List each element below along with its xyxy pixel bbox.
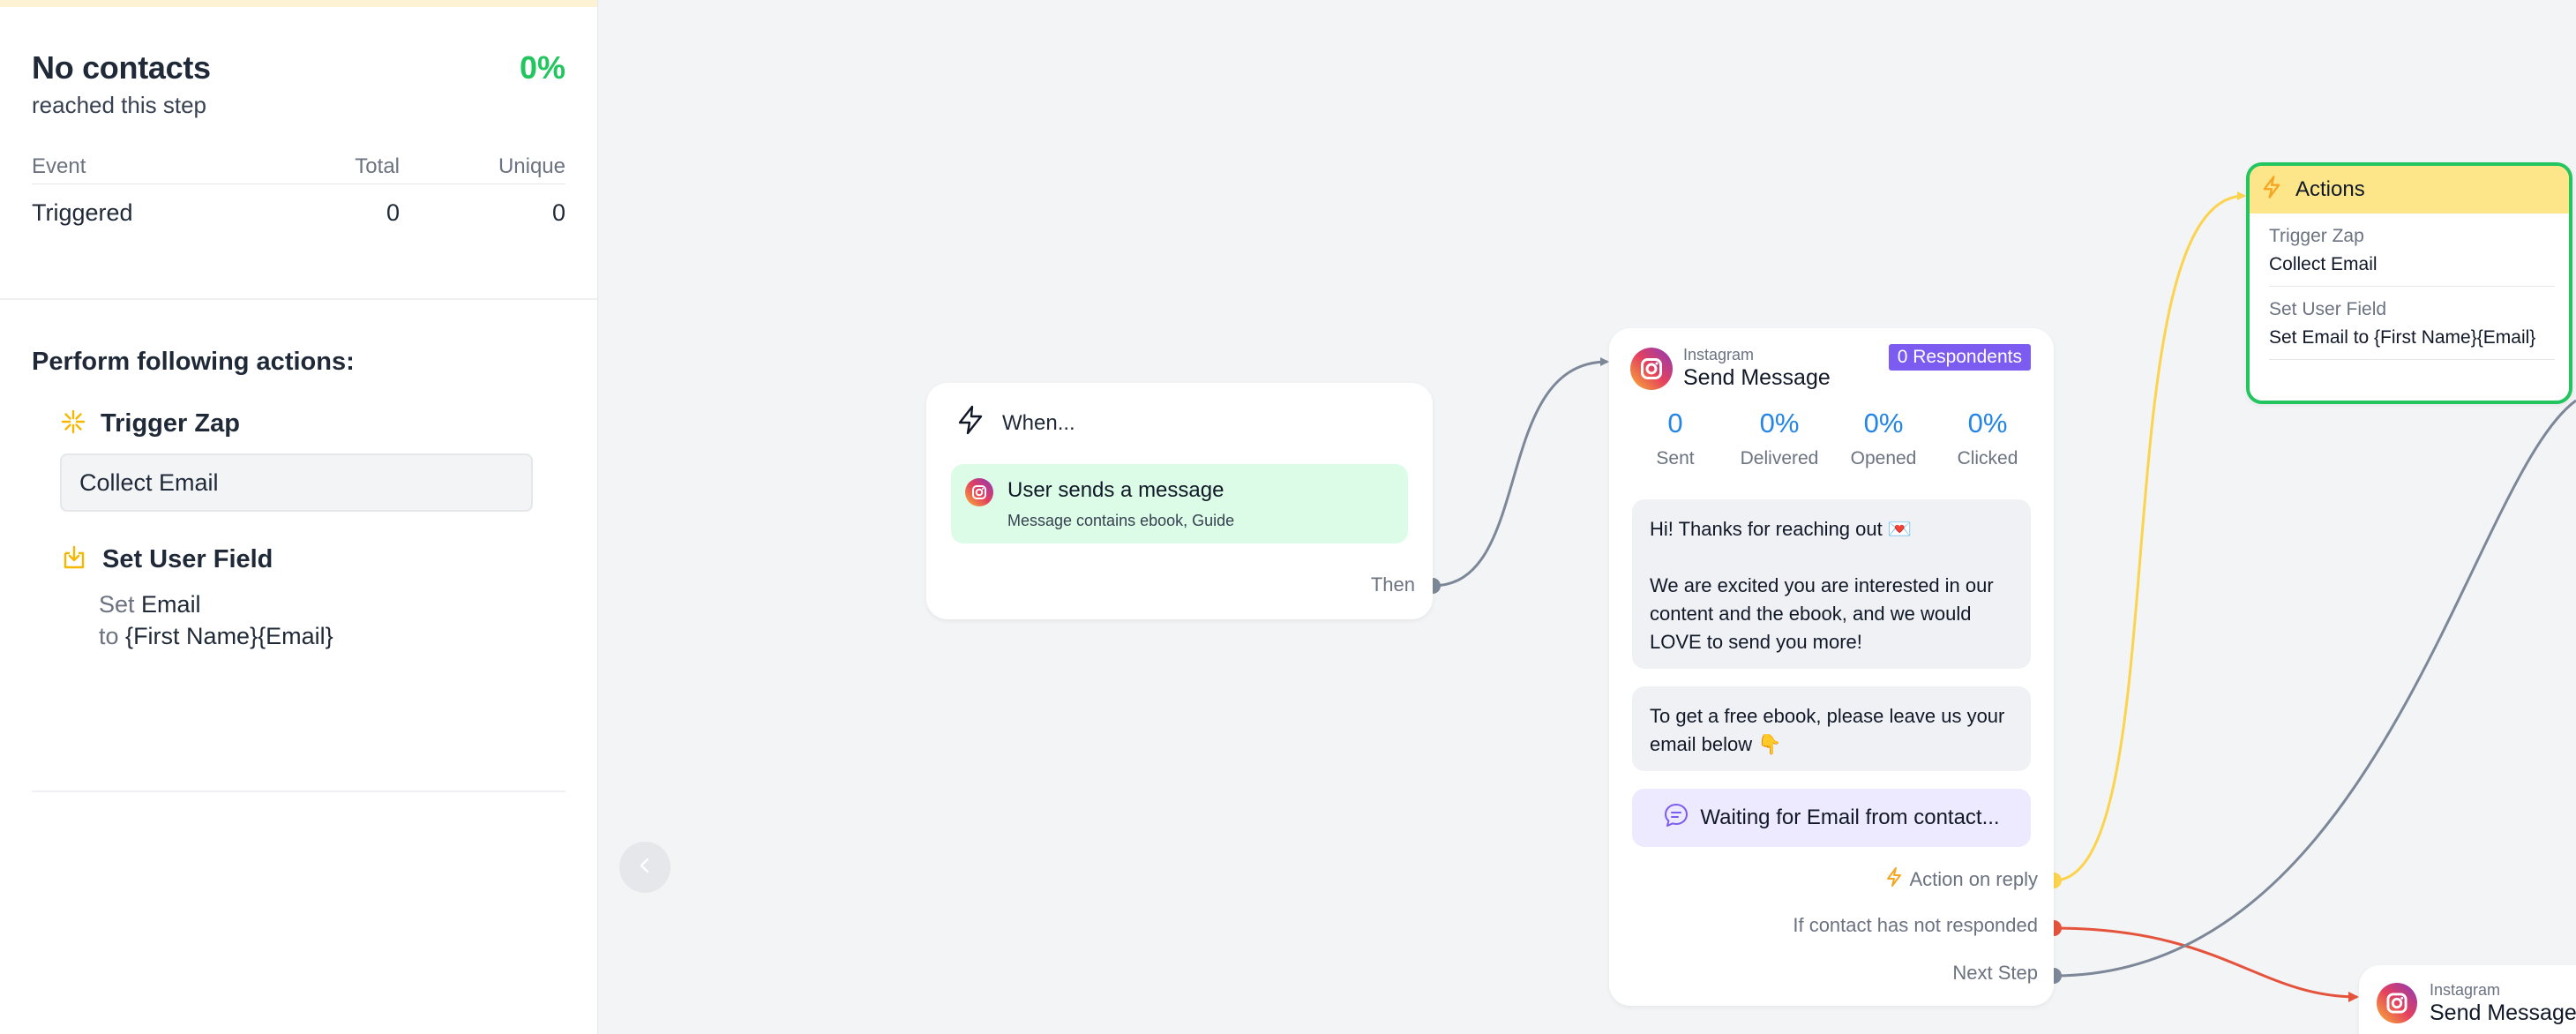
trigger-node[interactable]: When... User sends a message Message con… [926, 383, 1433, 619]
action-label: Set User Field [2269, 299, 2387, 319]
lightning-icon [2260, 175, 2283, 206]
chat-bubble-icon [1663, 802, 1689, 835]
instagram-icon [1630, 348, 1673, 394]
download-box-icon [60, 543, 88, 576]
then-label: Then [1370, 573, 1415, 596]
instagram-icon [965, 478, 993, 511]
to-label: to [99, 623, 119, 649]
table-row: Triggered 0 0 [32, 184, 565, 241]
metric-label: Clicked [1957, 448, 2018, 468]
metric-sent: 0 Sent [1623, 408, 1727, 469]
trigger-zap-action: Trigger Zap Collect Email [32, 408, 565, 512]
edge-action-on-reply [2053, 191, 2246, 882]
output-next-step[interactable]: Next Step [1952, 962, 2038, 985]
output-no-response[interactable]: If contact has not responded [1793, 914, 2038, 937]
metric-delivered: 0% Delivered [1727, 408, 1831, 469]
set-user-field-details: Set Email to {First Name}{Email} [60, 588, 565, 652]
message-title: Send Message [1683, 365, 1831, 390]
zap-sparkle-icon [60, 408, 86, 439]
message-title: Send Message [2430, 1000, 2576, 1025]
message-platform: Instagram [1683, 346, 1755, 363]
actions-heading: Perform following actions: [32, 348, 355, 376]
chevron-left-icon [635, 852, 655, 882]
lightning-icon [1884, 866, 1904, 893]
col-unique: Unique [498, 154, 565, 178]
metric-label: Delivered [1740, 448, 1819, 468]
set-label: Set [99, 591, 135, 618]
metric-label: Sent [1656, 448, 1695, 468]
stats-table-header: Event Total Unique [32, 149, 565, 184]
panel-top-accent [0, 0, 597, 7]
output-action-on-reply[interactable]: Action on reply [1884, 866, 2038, 893]
edge-no-response [2053, 926, 2359, 1002]
row-total: 0 [386, 199, 400, 226]
field-name: Email [141, 591, 201, 618]
edge-then [1432, 357, 1609, 588]
col-total: Total [355, 154, 400, 178]
message-bubble[interactable]: To get a free ebook, please leave us you… [1632, 686, 2031, 771]
panel-divider [32, 790, 565, 792]
metric-value: 0 [1667, 408, 1683, 438]
stats-table: Event Total Unique Triggered 0 0 [32, 149, 565, 241]
send-message-node[interactable]: Instagram Send Message 0 Respondents 0 S… [1609, 328, 2054, 1006]
actions-node-header: Actions [2250, 166, 2569, 214]
when-title: When... [1002, 410, 1075, 435]
message-metrics: 0 Sent 0% Delivered 0% Opened 0% Clicked [1623, 408, 2040, 469]
metric-label: Opened [1850, 448, 1917, 468]
metric-value: 0% [1967, 408, 2008, 438]
send-message-node-2[interactable]: Instagram Send Message [2359, 965, 2576, 1034]
stats-title: No contacts [32, 49, 211, 86]
set-user-field-title: Set User Field [102, 545, 273, 573]
row-event: Triggered [32, 199, 133, 226]
list-item[interactable]: Trigger Zap Collect Email [2269, 214, 2555, 287]
output-label: Action on reply [1909, 868, 2038, 890]
bubble-line: We are excited you are interested in our… [1650, 574, 1994, 653]
trigger-zap-value[interactable]: Collect Email [60, 453, 533, 512]
trigger-title: User sends a message [1007, 478, 1224, 502]
col-event: Event [32, 154, 86, 178]
waiting-text: Waiting for Email from contact... [1700, 805, 2000, 829]
metric-clicked: 0% Clicked [1936, 408, 2040, 469]
step-details-panel: No contacts reached this step 0% Event T… [0, 0, 598, 1034]
instagram-icon [2377, 983, 2417, 1028]
row-unique: 0 [551, 199, 565, 226]
trigger-zap-title: Trigger Zap [101, 409, 240, 438]
action-value: Collect Email [2269, 254, 2378, 274]
edge-next-step [2053, 399, 2576, 978]
list-item[interactable]: Set User Field Set Email to {First Name}… [2269, 287, 2555, 360]
metric-value: 0% [1759, 408, 1800, 438]
actions-node[interactable]: Actions Trigger Zap Collect Email Set Us… [2246, 162, 2572, 404]
respondents-badge[interactable]: 0 Respondents [1888, 344, 2031, 371]
metric-opened: 0% Opened [1831, 408, 1936, 469]
actions-node-title: Actions [2295, 177, 2365, 201]
stats-section: No contacts reached this step 0% Event T… [0, 7, 597, 300]
trigger-condition[interactable]: User sends a message Message contains eb… [951, 464, 1408, 543]
action-label: Trigger Zap [2269, 226, 2364, 246]
stats-percent: 0% [519, 49, 565, 86]
waiting-for-reply[interactable]: Waiting for Email from contact... [1632, 789, 2031, 847]
message-platform: Instagram [2430, 981, 2501, 999]
message-bubble[interactable]: Hi! Thanks for reaching out 💌 We are exc… [1632, 499, 2031, 669]
trigger-subtitle: Message contains ebook, Guide [1007, 512, 1235, 529]
bubble-line: Hi! Thanks for reaching out 💌 [1650, 518, 1913, 540]
actions-section: Perform following actions: Trigger Zap C [0, 300, 597, 652]
metric-value: 0% [1863, 408, 1904, 438]
field-value: {First Name}{Email} [125, 623, 333, 649]
action-value: Set Email to {First Name}{Email} [2269, 327, 2536, 348]
set-user-field-action: Set User Field Set Email to {First Name}… [32, 543, 565, 652]
stats-subtitle: reached this step [32, 92, 207, 118]
lightning-icon [955, 404, 986, 442]
collapse-panel-button[interactable] [619, 842, 670, 893]
